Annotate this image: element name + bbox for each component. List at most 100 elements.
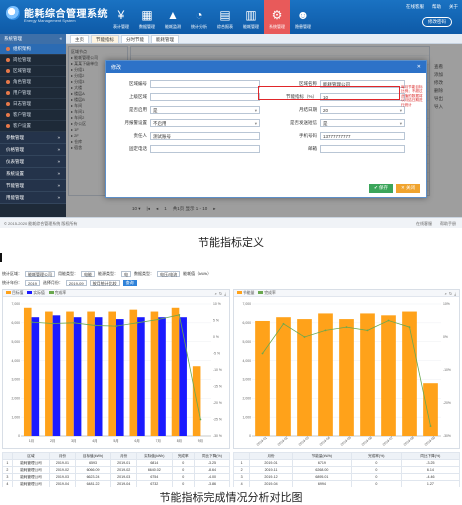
table-row[interactable]: 1 能耗管理公司 2019-01 6593 2019-01 6814 0 -3.25 (2, 459, 231, 467)
top-nav-item-3[interactable]: ◔ 统计分析 (186, 0, 212, 34)
top-nav-item-0[interactable]: ¥ 表计管理 (108, 0, 134, 34)
sidebar-section-2[interactable]: 仪表管理 » (0, 156, 66, 168)
field-input-right-4[interactable]: 13777777777 (320, 131, 405, 140)
table-row[interactable]: 3 2019-12 6895.01 0 -4.46 (232, 473, 461, 481)
screenshot-energy-target-definition: 能耗综合管理系统 Energy Management System ¥ 表计管理 ▦… (0, 0, 462, 228)
table-row[interactable]: 4 能耗管理公司 2019-04 6481.22 2019-04 6732 0 -3.86 (2, 480, 231, 487)
table-cell: 2019-04 (110, 480, 137, 487)
sidebar-section-4[interactable]: 节能管理 » (0, 180, 66, 192)
filter-select-1[interactable]: 电能 (81, 271, 95, 277)
chevron-right-icon: » (57, 195, 60, 200)
filter-select-2[interactable]: 电 (121, 271, 131, 277)
field-label: 责任人 (133, 132, 148, 138)
legend-label: 节能量 (243, 291, 255, 295)
field-input-right-3[interactable]: 是 (320, 118, 405, 127)
tab-0[interactable]: 主页 (70, 34, 89, 43)
table-cell: 1 (232, 459, 251, 467)
tab-3[interactable]: 能耗管理 (151, 34, 179, 43)
field-input-left-4[interactable]: 测试账号 (150, 131, 260, 140)
field-input-left-5[interactable] (150, 144, 260, 153)
table-cell: 6066.09 (74, 466, 112, 474)
field-input-right-5[interactable] (320, 144, 405, 153)
sidebar-item-0[interactable]: 组织架构 (0, 44, 66, 55)
sidebar-section-3[interactable]: 系统设置 » (0, 168, 66, 180)
table-cell: 能耗管理公司 (11, 480, 51, 487)
nav-label: 能耗管理 (243, 24, 259, 29)
refresh-icon[interactable]: ↻ (219, 291, 222, 296)
table-row[interactable]: 2 能耗管理公司 2019-02 6066.09 2019-02 6640.02 0 -8.6… (2, 466, 231, 474)
sidebar-section-0[interactable]: 参数管理 » (0, 132, 66, 144)
legend-swatch-icon (27, 291, 33, 294)
field-input-right-2[interactable]: 20 (320, 105, 405, 114)
sidebar-item-5[interactable]: 日志管理 (0, 99, 66, 110)
sidebar-item-6[interactable]: 客户管理 (0, 110, 66, 121)
field-label: 月结日期 (299, 106, 317, 112)
close-icon[interactable]: ✕ (417, 64, 421, 70)
tab-1[interactable]: 节能指标 (91, 34, 119, 43)
footer-link-service[interactable]: 在线客服 (416, 221, 432, 227)
field-input-left-2[interactable]: 是 (150, 105, 260, 114)
legend-item[interactable]: 完成率 (48, 291, 67, 295)
sidebar-item-label: 区域管理 (13, 68, 31, 73)
top-nav-item-6[interactable]: ⚙ 系统管理 (264, 0, 290, 34)
zoom-icon[interactable]: ⌕ (215, 291, 217, 296)
legend-label: 完成率 (54, 291, 67, 295)
nav-icon: ⚙ (271, 8, 283, 22)
y2-tick-label: -15 % (213, 385, 222, 389)
sidebar-section-1[interactable]: 价格管理 » (0, 144, 66, 156)
download-icon[interactable]: ⤓ (224, 291, 226, 296)
legend-item[interactable]: 目标值 (6, 291, 23, 295)
sidebar-item-3[interactable]: 角色管理 (0, 77, 66, 88)
refresh-icon[interactable]: ↻ (449, 291, 452, 296)
y-tick-label: 1,000 (243, 415, 252, 419)
filter-select-3[interactable]: 电压/电流 (157, 271, 181, 277)
legend-swatch-icon (258, 291, 264, 294)
sidebar-item-1[interactable]: 岗位管理 (0, 55, 66, 66)
footer-link-manual[interactable]: 帮助手册 (440, 221, 456, 227)
zoom-icon[interactable]: ⌕ (445, 291, 447, 296)
about-link[interactable]: 关于 (449, 4, 458, 10)
filter-label: 统计年份： (2, 280, 22, 285)
top-nav-item-5[interactable]: ▥ 能耗管理 (238, 0, 264, 34)
sidebar-item-2[interactable]: 区域管理 (0, 66, 66, 77)
nav-icon: ▲ (167, 8, 179, 22)
top-nav-item-7[interactable]: ☻ 隐患管理 (290, 0, 316, 34)
y-tick-label: 3,000 (12, 378, 21, 382)
close-button[interactable]: ✕ 关闭 (395, 184, 420, 193)
x-tick-label: 9月 (198, 439, 203, 443)
field-input-left-0[interactable] (150, 79, 260, 88)
filter-input-2[interactable]: 按月统计比较 (89, 280, 120, 286)
table-cell: 4 (232, 480, 251, 487)
online-service-link[interactable]: 在线客服 (406, 4, 424, 10)
query-button[interactable]: 查询 (122, 280, 137, 286)
table-row[interactable]: 1 2019-01 6719 0 -3.25 (232, 459, 461, 467)
legend-item[interactable]: 实际值 (27, 291, 45, 295)
table-row[interactable]: 4 2019-04 6994 0 1.27 (232, 480, 461, 487)
top-nav-item-4[interactable]: ▤ 综合报表 (212, 0, 238, 34)
table-cell: 2 (232, 466, 251, 474)
tab-2[interactable]: 分时节能 (121, 34, 149, 43)
field-input-left-1[interactable] (150, 92, 260, 101)
top-nav-item-2[interactable]: ▲ 能耗监测 (160, 0, 186, 34)
help-link[interactable]: 帮助 (432, 4, 441, 10)
table-row[interactable]: 3 能耗管理公司 2019-03 6623.24 2019-03 6754 0 -4.00 (2, 473, 231, 481)
sidebar-item-7[interactable]: 客户设置 (0, 121, 66, 132)
sidebar-item-4[interactable]: 用户管理 (0, 88, 66, 99)
legend-item[interactable]: 完成率 (258, 291, 276, 295)
table-cell: 2019-03 (110, 473, 137, 481)
filter-input-0[interactable]: 2019 (25, 280, 40, 286)
field-input-left-3[interactable]: 不启用 (150, 118, 260, 127)
bar-目标值 (129, 309, 138, 436)
change-password-button[interactable]: 修改密码 (422, 17, 452, 27)
filter-input-1[interactable]: 2019-09 (65, 280, 87, 286)
sidebar-section-5[interactable]: 用能管理 » (0, 192, 66, 204)
top-nav-item-1[interactable]: ▦ 数据管理 (134, 0, 160, 34)
filter-select-0[interactable]: 能耗管理公司 (25, 271, 55, 277)
legend-item[interactable]: 节能量 (237, 291, 254, 295)
collapse-icon[interactable]: « (59, 36, 62, 42)
download-icon[interactable]: ⤓ (454, 291, 456, 296)
line-point (303, 336, 306, 338)
save-button[interactable]: ✔ 保存 (368, 184, 393, 193)
table-row[interactable]: 2 2019-11 6268.00 0 6.14 (232, 466, 461, 474)
line-point (408, 326, 411, 328)
